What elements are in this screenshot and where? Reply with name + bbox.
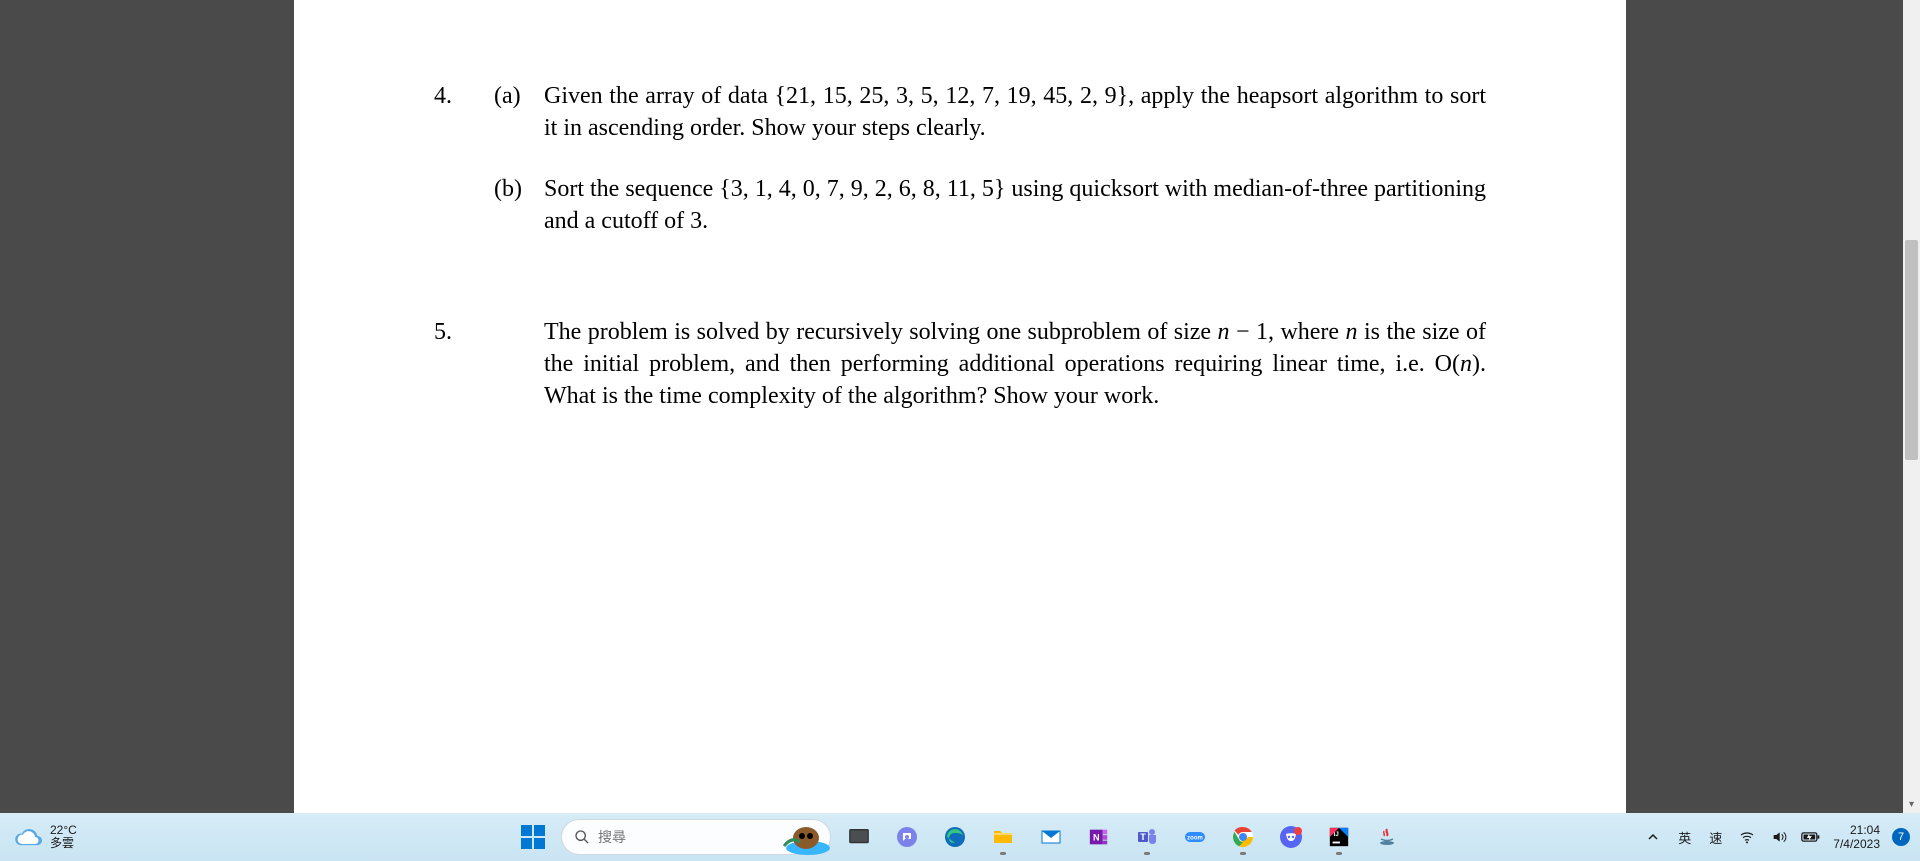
wifi-button[interactable] [1737, 827, 1757, 847]
chrome-icon [1231, 825, 1255, 849]
task-view-button[interactable] [839, 817, 879, 857]
weather-cloud-icon [14, 823, 42, 851]
scroll-down-arrow-icon[interactable]: ▾ [1903, 796, 1920, 813]
clock-time: 21:04 [1850, 823, 1880, 837]
question-sublabel: (a) [494, 80, 544, 145]
ime-language-indicator[interactable]: 英 [1675, 828, 1694, 847]
scrollbar-thumb[interactable] [1905, 240, 1918, 460]
svg-text:N: N [1093, 833, 1100, 843]
taskbar-center: N T zoom IJ [513, 817, 1407, 857]
taskbar-running-indicator [1000, 852, 1006, 855]
start-button[interactable] [513, 817, 553, 857]
taskbar-search[interactable] [561, 819, 831, 855]
clock-date: 7/4/2023 [1833, 837, 1880, 851]
question-sublabel-empty [494, 316, 544, 413]
discord-icon [1279, 825, 1303, 849]
taskbar-running-indicator [1336, 852, 1342, 855]
search-mascot-icon [780, 816, 832, 856]
vertical-scrollbar[interactable]: ▾ [1903, 0, 1920, 813]
notification-badge[interactable]: 7 [1892, 828, 1910, 846]
volume-button[interactable] [1769, 827, 1789, 847]
q5-text-segment: − 1, where [1230, 319, 1346, 345]
question-5-row: 5. The problem is solved by recursively … [434, 316, 1486, 413]
taskbar-app-teams[interactable]: T [1127, 817, 1167, 857]
question-4a-row: 4. (a) Given the array of data {21, 15, … [434, 80, 1486, 145]
question-text: The problem is solved by recursively sol… [544, 316, 1486, 413]
windows-logo-icon [521, 825, 545, 849]
folder-icon [991, 825, 1015, 849]
mail-icon [1039, 825, 1063, 849]
taskbar-app-edge[interactable] [935, 817, 975, 857]
svg-text:T: T [1140, 832, 1146, 842]
speaker-icon [1771, 829, 1787, 845]
taskbar-system-tray: 英 速 21:04 7/4/2023 7 [1643, 823, 1910, 852]
windows-taskbar: 22°C 多雲 [0, 813, 1920, 861]
battery-icon [1801, 830, 1821, 844]
question-sublabel: (b) [494, 173, 544, 238]
taskbar-app-zoom[interactable]: zoom [1175, 817, 1215, 857]
taskbar-app-intellij[interactable]: IJ [1319, 817, 1359, 857]
question-number-empty [434, 173, 494, 238]
battery-button[interactable] [1801, 827, 1821, 847]
q5-var: n [1346, 319, 1358, 345]
teams-icon: T [1135, 825, 1159, 849]
taskbar-running-indicator [1240, 852, 1246, 855]
taskbar-running-indicator [1144, 852, 1150, 855]
taskbar-app-file-explorer[interactable] [983, 817, 1023, 857]
ime-mode-indicator[interactable]: 速 [1706, 828, 1725, 847]
taskbar-app-chat[interactable] [887, 817, 927, 857]
search-icon [574, 829, 590, 845]
tray-overflow-button[interactable] [1643, 827, 1663, 847]
q5-var: n [1460, 351, 1472, 377]
q5-var: n [1218, 319, 1230, 345]
taskbar-app-discord[interactable] [1271, 817, 1311, 857]
q5-text-segment: The problem is solved by recursively sol… [544, 319, 1218, 345]
question-text: Sort the sequence {3, 1, 4, 0, 7, 9, 2, … [544, 173, 1486, 238]
edge-icon [943, 825, 967, 849]
scrollbar-track[interactable] [1903, 0, 1920, 796]
document-page: 4. (a) Given the array of data {21, 15, … [294, 0, 1626, 813]
intellij-icon: IJ [1328, 826, 1350, 848]
weather-text: 22°C 多雲 [50, 824, 77, 850]
page-content: 4. (a) Given the array of data {21, 15, … [294, 0, 1626, 413]
question-number: 4. [434, 80, 494, 145]
weather-condition: 多雲 [50, 837, 77, 850]
pdf-viewer-area: 4. (a) Given the array of data {21, 15, … [0, 0, 1920, 813]
onenote-icon: N [1088, 826, 1110, 848]
zoom-icon: zoom [1183, 825, 1207, 849]
chat-icon [895, 825, 919, 849]
wifi-icon [1739, 829, 1755, 845]
question-number: 5. [434, 316, 494, 413]
task-view-icon [848, 826, 870, 848]
taskbar-app-onenote[interactable]: N [1079, 817, 1119, 857]
taskbar-app-chrome[interactable] [1223, 817, 1263, 857]
question-4b-row: (b) Sort the sequence {3, 1, 4, 0, 7, 9,… [434, 173, 1486, 238]
taskbar-weather-widget[interactable]: 22°C 多雲 [0, 823, 200, 851]
chevron-up-icon [1647, 831, 1659, 843]
svg-text:zoom: zoom [1187, 836, 1203, 842]
taskbar-app-mail[interactable] [1031, 817, 1071, 857]
question-text: Given the array of data {21, 15, 25, 3, … [544, 80, 1486, 145]
java-icon [1375, 825, 1399, 849]
taskbar-clock[interactable]: 21:04 7/4/2023 [1833, 823, 1880, 852]
taskbar-app-java[interactable] [1367, 817, 1407, 857]
